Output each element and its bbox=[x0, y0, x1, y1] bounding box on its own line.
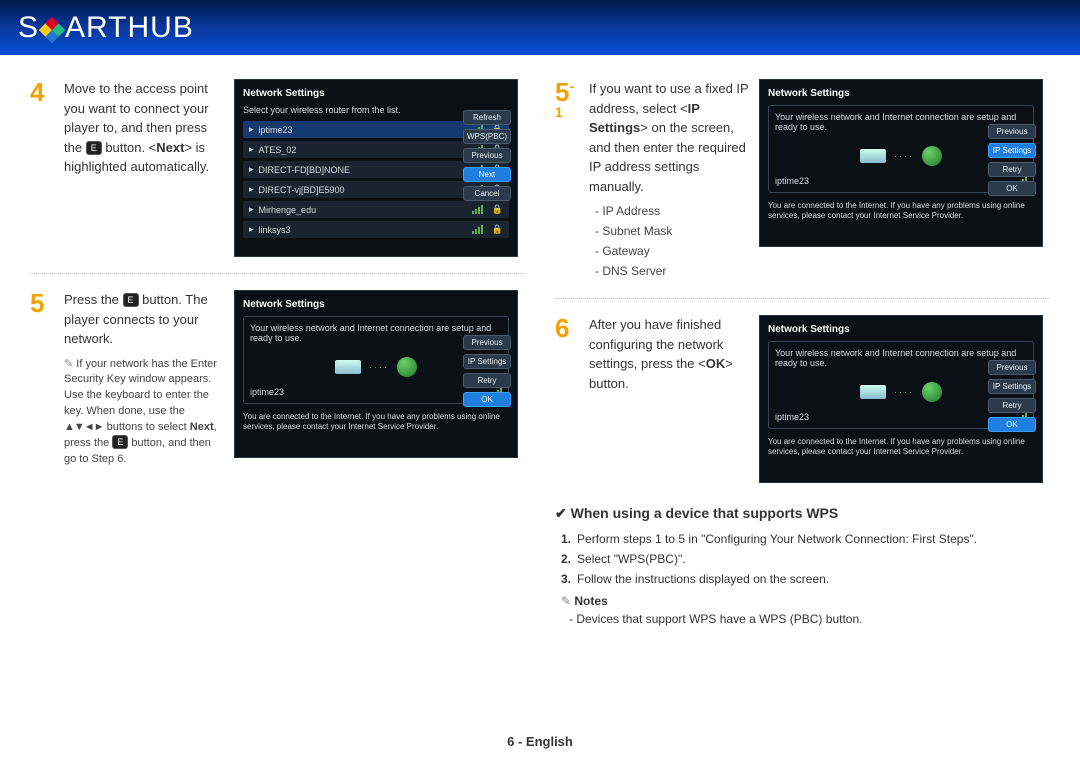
wps-section: When using a device that supports WPS 1.… bbox=[555, 505, 1050, 626]
globe-icon bbox=[922, 146, 942, 166]
ip-settings-list: IP Address Subnet Mask Gateway DNS Serve… bbox=[589, 202, 749, 280]
step-5-text: Press the E button. The player connects … bbox=[64, 290, 224, 468]
smart-hub-logo-icon bbox=[39, 16, 65, 42]
retry-button[interactable]: Retry bbox=[463, 373, 511, 388]
wps-steps: 1.Perform steps 1 to 5 in "Configuring Y… bbox=[561, 532, 1050, 586]
page-body: 4 Move to the access point you want to c… bbox=[0, 55, 1080, 636]
ip-settings-button[interactable]: IP Settings bbox=[463, 354, 511, 369]
step-4: 4 Move to the access point you want to c… bbox=[30, 79, 525, 274]
globe-icon bbox=[397, 357, 417, 377]
router-icon bbox=[860, 385, 886, 399]
cancel-button[interactable]: Cancel bbox=[463, 186, 511, 201]
step-4-screenshot: Network Settings Select your wireless ro… bbox=[234, 79, 518, 257]
previous-button[interactable]: Previous bbox=[988, 124, 1036, 139]
step-4-number: 4 bbox=[30, 79, 54, 257]
left-column: 4 Move to the access point you want to c… bbox=[30, 79, 525, 626]
screenshot-side-buttons: Refresh WPS(PBC) Previous Next Cancel bbox=[463, 110, 511, 201]
previous-button[interactable]: Previous bbox=[988, 360, 1036, 375]
step-6-number: 6 bbox=[555, 315, 579, 483]
wps-note: Devices that support WPS have a WPS (PBC… bbox=[569, 612, 1050, 626]
previous-button[interactable]: Previous bbox=[463, 148, 511, 163]
ok-button[interactable]: OK bbox=[988, 181, 1036, 196]
previous-button[interactable]: Previous bbox=[463, 335, 511, 350]
page-footer: 6 - English bbox=[0, 734, 1080, 749]
right-column: 5 If you want to use a fixed IP address,… bbox=[555, 79, 1050, 626]
step-6: 6 After you have finished configuring th… bbox=[555, 315, 1050, 483]
wps-notes-label: Notes bbox=[561, 594, 1050, 608]
lock-icon: 🔒 bbox=[492, 204, 503, 215]
ip-settings-button[interactable]: IP Settings bbox=[988, 143, 1036, 158]
step-5-1-screenshot: Network Settings Your wireless network a… bbox=[759, 79, 1043, 247]
ok-button[interactable]: OK bbox=[463, 392, 511, 407]
enter-button-icon: E bbox=[123, 293, 139, 307]
step-4-text: Move to the access point you want to con… bbox=[64, 79, 224, 257]
page-banner: SART HUB bbox=[0, 0, 1080, 55]
router-icon bbox=[860, 149, 886, 163]
step-5-number: 5 bbox=[30, 290, 54, 468]
retry-button[interactable]: Retry bbox=[988, 162, 1036, 177]
step-5-1-number: 5 bbox=[555, 79, 579, 282]
globe-icon bbox=[922, 382, 942, 402]
step-6-text: After you have finished configuring the … bbox=[589, 315, 749, 483]
step-5-1-text: If you want to use a fixed IP address, s… bbox=[589, 79, 749, 282]
step-6-screenshot: Network Settings Your wireless network a… bbox=[759, 315, 1043, 483]
ip-settings-button[interactable]: IP Settings bbox=[988, 379, 1036, 394]
enter-button-icon: E bbox=[86, 141, 102, 155]
step-5-note: If your network has the Enter Security K… bbox=[64, 357, 224, 469]
step-5: 5 Press the E button. The player connect… bbox=[30, 290, 525, 468]
ok-button[interactable]: OK bbox=[988, 417, 1036, 432]
router-icon bbox=[335, 360, 361, 374]
wps-pbc-button[interactable]: WPS(PBC) bbox=[463, 129, 511, 144]
lock-icon: 🔒 bbox=[492, 224, 503, 235]
wifi-item[interactable]: ▸Mirhenge_edu🔒 bbox=[243, 201, 509, 218]
wps-heading: When using a device that supports WPS bbox=[555, 505, 1050, 522]
retry-button[interactable]: Retry bbox=[988, 398, 1036, 413]
next-button[interactable]: Next bbox=[463, 167, 511, 182]
step-5-screenshot: Network Settings Your wireless network a… bbox=[234, 290, 518, 458]
wifi-item[interactable]: ▸linksys3🔒 bbox=[243, 221, 509, 238]
refresh-button[interactable]: Refresh bbox=[463, 110, 511, 125]
step-5-1: 5 If you want to use a fixed IP address,… bbox=[555, 79, 1050, 299]
